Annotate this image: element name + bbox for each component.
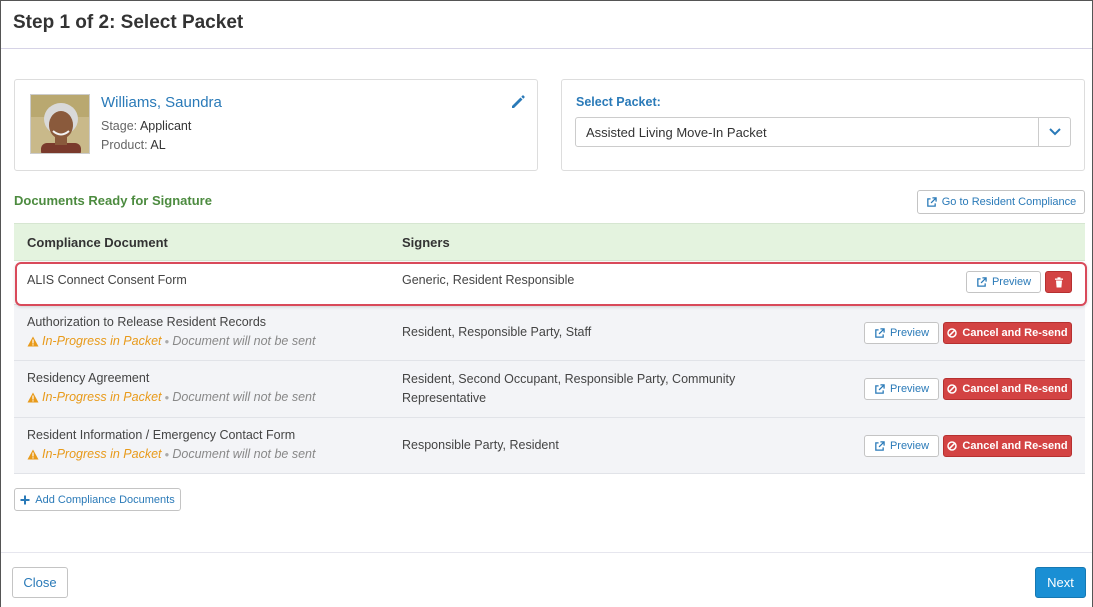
status-note: Document will not be sent [172, 334, 316, 348]
delete-button[interactable] [1045, 271, 1072, 293]
close-button-label: Close [23, 575, 57, 590]
column-header-signers: Signers [402, 235, 450, 250]
plus-icon [20, 495, 30, 505]
section-title: Documents Ready for Signature [14, 193, 212, 208]
next-button[interactable]: Next [1035, 567, 1086, 598]
document-signers-line: Resident, Second Occupant, Responsible P… [402, 372, 736, 386]
resident-product: Product: AL [101, 138, 166, 152]
go-to-resident-compliance-label: Go to Resident Compliance [941, 196, 1077, 208]
stage-label: Stage: [101, 119, 138, 133]
pencil-icon[interactable] [510, 94, 526, 110]
status-note: Document will not be sent [172, 447, 316, 461]
warning-icon [27, 392, 39, 403]
resident-card: Williams, Saundra Stage: Applicant Produ… [14, 79, 538, 171]
document-signers: Responsible Party, Resident [402, 438, 559, 452]
cancel-and-resend-button[interactable]: Cancel and Re-send [943, 322, 1072, 344]
preview-button[interactable]: Preview [864, 435, 939, 457]
cancel-and-resend-button[interactable]: Cancel and Re-send [943, 435, 1072, 457]
trash-icon [1054, 276, 1064, 288]
packet-label: Select Packet: [576, 95, 661, 109]
cancel-and-resend-button[interactable]: Cancel and Re-send [943, 378, 1072, 400]
document-status: In-Progress in Packet ● Document will no… [27, 334, 315, 348]
preview-button[interactable]: Preview [864, 378, 939, 400]
packet-card: Select Packet: Assisted Living Move-In P… [561, 79, 1085, 171]
external-link-icon [874, 327, 885, 339]
status-inprogress: In-Progress in Packet [42, 447, 162, 461]
warning-icon [27, 449, 39, 460]
close-button[interactable]: Close [12, 567, 68, 598]
external-link-icon [874, 383, 885, 395]
external-link-icon [926, 196, 937, 208]
page-title: Step 1 of 2: Select Packet [13, 12, 244, 33]
external-link-icon [976, 276, 987, 288]
table-header: Compliance Document Signers [14, 223, 1085, 261]
preview-button[interactable]: Preview [864, 322, 939, 344]
ban-icon [947, 441, 958, 451]
status-note: Document will not be sent [172, 390, 316, 404]
ban-icon [947, 328, 958, 338]
go-to-resident-compliance-button[interactable]: Go to Resident Compliance [917, 190, 1085, 214]
document-signers-line: Representative [402, 391, 487, 405]
document-name: ALIS Connect Consent Form [27, 273, 187, 287]
documents-table: Compliance Document Signers ALIS Connect… [14, 223, 1085, 474]
document-status: In-Progress in Packet ● Document will no… [27, 447, 315, 461]
product-value: AL [150, 138, 166, 152]
modal-dialog: Step 1 of 2: Select Packet Williams, Sau… [0, 0, 1093, 607]
document-name: Residency Agreement [27, 371, 150, 385]
external-link-icon [874, 440, 885, 452]
document-signers: Resident, Responsible Party, Staff [402, 325, 592, 339]
separator-dot-icon: ● [164, 392, 170, 402]
packet-select-value: Assisted Living Move-In Packet [586, 125, 767, 140]
preview-label: Preview [889, 440, 930, 452]
document-name: Authorization to Release Resident Record… [27, 315, 267, 329]
preview-label: Preview [889, 327, 930, 339]
cancel-and-resend-label: Cancel and Re-send [962, 440, 1068, 452]
stage-value: Applicant [139, 119, 192, 133]
avatar [30, 94, 90, 154]
add-compliance-documents-button[interactable]: Add Compliance Documents [14, 488, 181, 511]
warning-icon [27, 336, 39, 347]
separator-dot-icon: ● [164, 449, 170, 459]
table-row: Resident Information / Emergency Contact… [14, 418, 1085, 474]
document-signers: Resident, Second Occupant, Responsible P… [402, 370, 735, 408]
modal-footer: Close Next [1, 552, 1092, 607]
status-inprogress: In-Progress in Packet [42, 334, 162, 348]
preview-label: Preview [889, 383, 930, 395]
separator-dot-icon: ● [164, 336, 170, 346]
status-inprogress: In-Progress in Packet [42, 390, 162, 404]
next-button-label: Next [1047, 575, 1074, 590]
packet-select[interactable]: Assisted Living Move-In Packet [575, 117, 1071, 147]
cancel-and-resend-label: Cancel and Re-send [962, 327, 1068, 339]
table-row: ALIS Connect Consent Form Generic, Resid… [14, 261, 1085, 305]
preview-label: Preview [991, 276, 1032, 288]
preview-button[interactable]: Preview [966, 271, 1041, 293]
resident-name-link[interactable]: Williams, Saundra [101, 94, 222, 111]
table-row: Residency Agreement In-Progress in Packe… [14, 361, 1085, 418]
cancel-and-resend-label: Cancel and Re-send [962, 383, 1068, 395]
document-signers: Generic, Resident Responsible [402, 273, 575, 287]
document-status: In-Progress in Packet ● Document will no… [27, 390, 315, 404]
table-row: Authorization to Release Resident Record… [14, 305, 1085, 361]
document-name: Resident Information / Emergency Contact… [27, 428, 296, 442]
column-header-document: Compliance Document [27, 235, 168, 250]
chevron-down-icon[interactable] [1038, 118, 1070, 146]
product-label: Product: [101, 138, 148, 152]
ban-icon [947, 384, 958, 394]
resident-stage: Stage: Applicant [101, 119, 191, 133]
modal-header: Step 1 of 2: Select Packet [1, 1, 1092, 49]
add-compliance-documents-label: Add Compliance Documents [35, 493, 175, 506]
